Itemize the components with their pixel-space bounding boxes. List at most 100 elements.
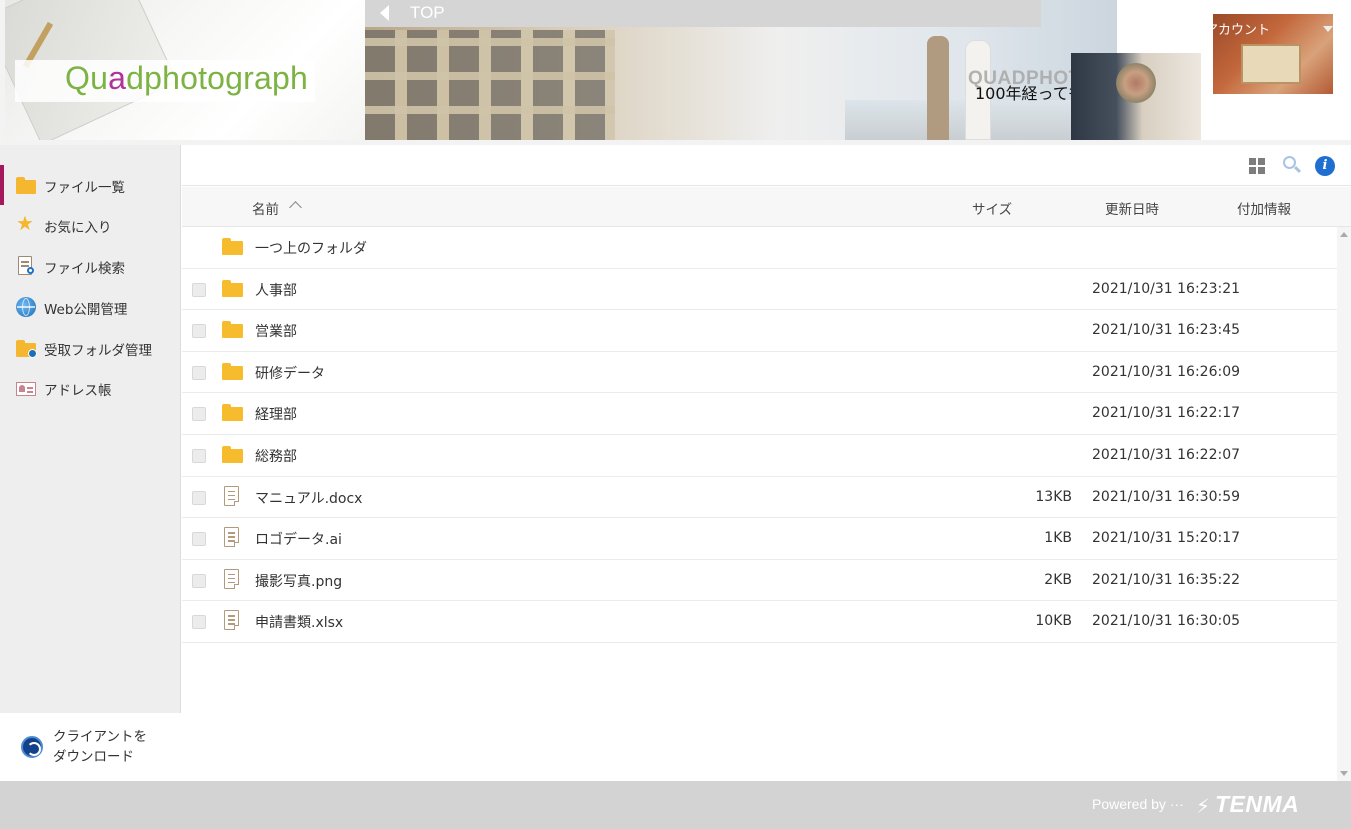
file-name[interactable]: 申請書類.xlsx bbox=[255, 612, 343, 632]
file-list-panel: i 名前 サイズ 更新日時 付加情報 一つ上のフォルダ 人事部 2021/10/31… bbox=[182, 145, 1351, 781]
file-size: 10KB bbox=[1035, 613, 1072, 630]
file-size: 13KB bbox=[1035, 488, 1072, 505]
table-row[interactable]: マニュアル.docx 13KB 2021/10/31 16:30:59 bbox=[182, 477, 1337, 519]
scroll-up-icon[interactable] bbox=[1340, 232, 1348, 237]
file-name[interactable]: ロゴデータ.ai bbox=[255, 529, 342, 549]
search-icon[interactable] bbox=[1283, 156, 1302, 174]
table-row[interactable]: 総務部 2021/10/31 16:22:07 bbox=[182, 435, 1337, 477]
grid-view-icon[interactable] bbox=[1249, 158, 1265, 174]
file-name[interactable]: 経理部 bbox=[255, 404, 297, 424]
scroll-down-icon[interactable] bbox=[1340, 771, 1348, 776]
gift-box bbox=[1241, 44, 1301, 84]
row-checkbox[interactable] bbox=[192, 324, 206, 339]
document-icon bbox=[224, 568, 240, 590]
row-checkbox[interactable] bbox=[192, 365, 206, 380]
app-header: Quadphotograph QUADPHOTOGRAPH 100年経っても色褪… bbox=[0, 0, 1351, 145]
banner-photo-album-rows bbox=[365, 30, 615, 140]
star-icon: ★ bbox=[16, 211, 34, 235]
sidebar: ファイル一覧 ★ お気に入り ファイル検索 Web公開管理 受取フォルダ管理 ア… bbox=[0, 145, 181, 781]
row-checkbox[interactable] bbox=[192, 490, 206, 505]
sidebar-item-label: Web公開管理 bbox=[44, 302, 128, 318]
file-name[interactable]: マニュアル.docx bbox=[255, 488, 362, 508]
file-size: 1KB bbox=[1044, 530, 1072, 547]
table-row[interactable]: 申請書類.xlsx 10KB 2021/10/31 16:30:05 bbox=[182, 601, 1337, 643]
column-extra-info[interactable]: 付加情報 bbox=[1237, 198, 1291, 218]
column-header: 名前 サイズ 更新日時 付加情報 bbox=[182, 187, 1351, 227]
table-row[interactable]: 営業部 2021/10/31 16:23:45 bbox=[182, 310, 1337, 352]
download-label-line1: クライアントを bbox=[53, 729, 147, 745]
logo-area[interactable]: Quadphotograph bbox=[5, 0, 365, 140]
file-name[interactable]: 人事部 bbox=[255, 280, 297, 300]
file-name[interactable]: 一つ上のフォルダ bbox=[255, 238, 367, 258]
file-list: 一つ上のフォルダ 人事部 2021/10/31 16:23:21 営業部 2021/10… bbox=[182, 227, 1337, 643]
modified-date: 2021/10/31 16:30:05 bbox=[1092, 613, 1241, 630]
modified-date: 2021/10/31 16:30:59 bbox=[1092, 488, 1241, 505]
powered-by-text: Powered by ··· bbox=[1092, 796, 1184, 812]
tenma-brand: TENMA bbox=[1215, 791, 1300, 817]
download-client-button[interactable]: クライアントを ダウンロード bbox=[0, 713, 181, 781]
folder-icon bbox=[222, 445, 243, 464]
sidebar-item-label: 受取フォルダ管理 bbox=[44, 343, 152, 359]
file-name[interactable]: 研修データ bbox=[255, 363, 325, 383]
row-checkbox[interactable] bbox=[192, 573, 206, 588]
address-book-icon bbox=[16, 378, 36, 398]
document-icon bbox=[224, 485, 240, 507]
sidebar-item-label: ファイル検索 bbox=[44, 261, 125, 277]
sidebar-item-address-book[interactable]: アドレス帳 bbox=[0, 368, 181, 408]
file-size: 2KB bbox=[1044, 571, 1072, 588]
row-checkbox[interactable] bbox=[192, 407, 206, 422]
table-row[interactable]: 研修データ 2021/10/31 16:26:09 bbox=[182, 352, 1337, 394]
modified-date: 2021/10/31 16:22:07 bbox=[1092, 446, 1241, 463]
sidebar-item-label: お気に入り bbox=[44, 220, 112, 236]
sidebar-item-label: ファイル一覧 bbox=[44, 180, 125, 196]
sidebar-item-favorites[interactable]: ★ お気に入り bbox=[0, 205, 181, 245]
document-icon bbox=[224, 527, 240, 548]
parent-folder-row[interactable]: 一つ上のフォルダ bbox=[182, 227, 1337, 269]
column-modified[interactable]: 更新日時 bbox=[1105, 198, 1159, 218]
chevron-down-icon[interactable] bbox=[1323, 26, 1333, 32]
vertical-scrollbar[interactable] bbox=[1337, 227, 1351, 781]
back-arrow-icon[interactable] bbox=[380, 5, 389, 21]
download-label-line2: ダウンロード bbox=[53, 749, 134, 765]
sidebar-item-web-publish[interactable]: Web公開管理 bbox=[0, 287, 181, 327]
modified-date: 2021/10/31 16:22:17 bbox=[1092, 405, 1241, 422]
column-size[interactable]: サイズ bbox=[972, 198, 1012, 218]
file-name[interactable]: 総務部 bbox=[255, 446, 297, 466]
modified-date: 2021/10/31 16:26:09 bbox=[1092, 363, 1241, 380]
row-checkbox[interactable] bbox=[192, 282, 206, 297]
column-name[interactable]: 名前 bbox=[252, 198, 279, 218]
folder-icon bbox=[222, 404, 243, 422]
sidebar-item-label: アドレス帳 bbox=[44, 383, 112, 399]
toolbar: i bbox=[182, 145, 1351, 186]
folder-icon bbox=[222, 362, 243, 381]
download-client-label: クライアントを ダウンロード bbox=[53, 727, 147, 767]
folder-icon bbox=[222, 321, 243, 339]
file-name[interactable]: 営業部 bbox=[255, 321, 297, 341]
top-link[interactable]: TOP bbox=[410, 3, 445, 23]
logo-text: Quadphotograph bbox=[65, 60, 309, 96]
sidebar-item-file-list[interactable]: ファイル一覧 bbox=[0, 165, 181, 205]
account-menu[interactable]: アカウント bbox=[1205, 19, 1270, 38]
table-row[interactable]: 人事部 2021/10/31 16:23:21 bbox=[182, 269, 1337, 311]
globe-icon bbox=[16, 297, 36, 317]
top-nav-bar[interactable]: TOP bbox=[365, 0, 1041, 27]
table-row[interactable]: ロゴデータ.ai 1KB 2021/10/31 15:20:17 bbox=[182, 518, 1337, 560]
row-checkbox[interactable] bbox=[192, 532, 206, 547]
sidebar-item-receive-folder[interactable]: 受取フォルダ管理 bbox=[0, 328, 181, 368]
sidebar-item-file-search[interactable]: ファイル検索 bbox=[0, 246, 181, 286]
folder-icon bbox=[222, 238, 243, 256]
row-checkbox[interactable] bbox=[192, 615, 206, 630]
file-search-icon bbox=[16, 256, 36, 276]
footer: Powered by ··· ⚡ TENMA bbox=[0, 781, 1351, 829]
bouquet-flowers bbox=[1116, 63, 1156, 103]
sort-ascending-icon[interactable] bbox=[289, 201, 302, 214]
table-row[interactable]: 撮影写真.png 2KB 2021/10/31 16:35:22 bbox=[182, 560, 1337, 602]
info-icon[interactable]: i bbox=[1315, 156, 1335, 176]
file-name[interactable]: 撮影写真.png bbox=[255, 571, 342, 591]
banner-figure-groom bbox=[927, 36, 949, 140]
bouquet-photo bbox=[1071, 53, 1201, 140]
row-checkbox[interactable] bbox=[192, 448, 206, 463]
folder-icon bbox=[222, 279, 243, 298]
table-row[interactable]: 経理部 2021/10/31 16:22:17 bbox=[182, 393, 1337, 435]
folder-icon bbox=[16, 175, 36, 195]
